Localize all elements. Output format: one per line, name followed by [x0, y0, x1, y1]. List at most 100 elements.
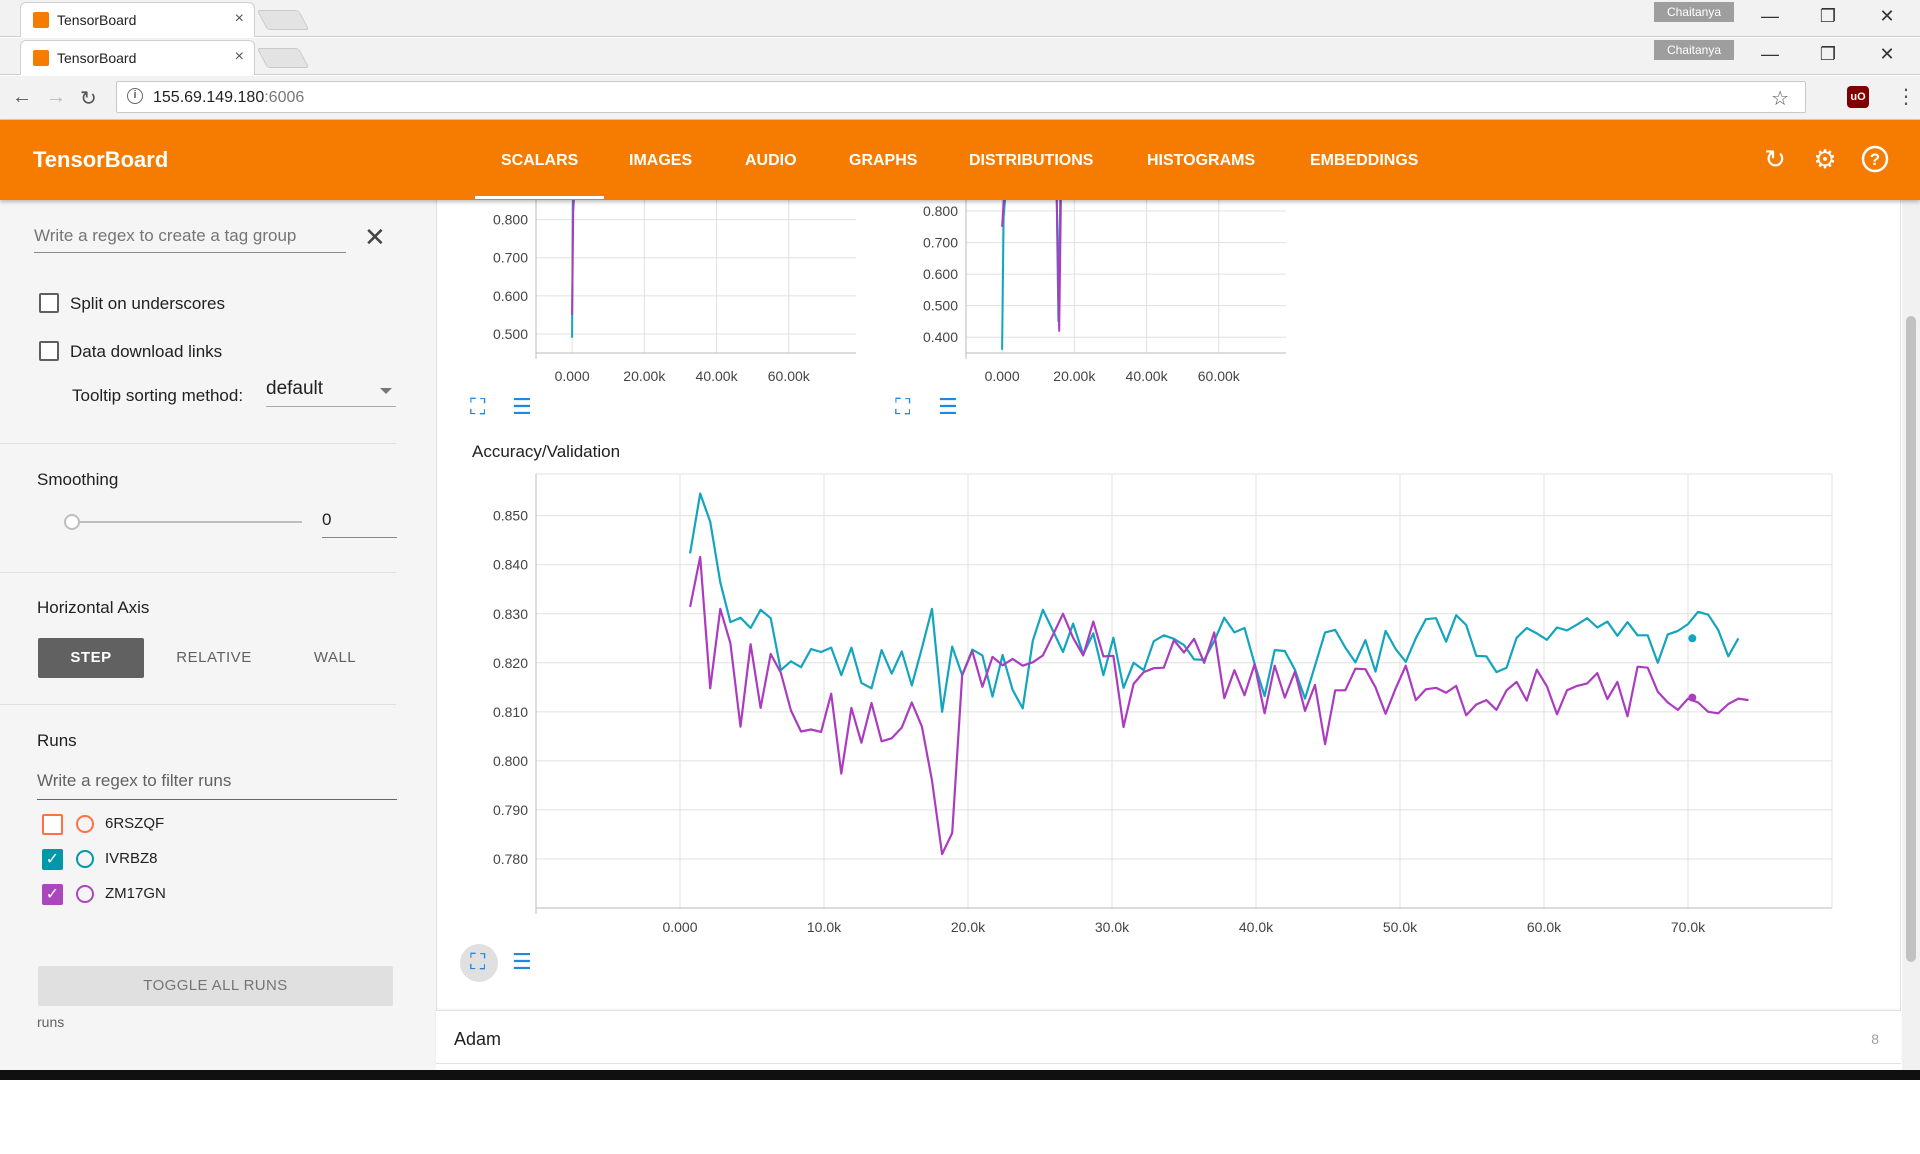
tab-images[interactable]: IMAGES	[629, 152, 692, 170]
tab-audio[interactable]: AUDIO	[745, 152, 797, 170]
runs-footer-label: runs	[37, 1014, 65, 1030]
profile-badge[interactable]: Chaitanya	[1654, 2, 1734, 22]
x-tick-label: 40.00k	[696, 368, 739, 384]
tooltip-sort-label: Tooltip sorting method:	[72, 386, 244, 405]
fullscreen-icon[interactable]: ⛶	[470, 394, 485, 420]
tab-scalars[interactable]: SCALARS	[474, 152, 605, 199]
chart-title: Accuracy/Validation	[472, 442, 621, 461]
toggle-log-scale-icon[interactable]: ☰	[512, 949, 532, 975]
url-text: 155.69.149.180:6006	[153, 89, 305, 106]
axis-relative-button[interactable]: RELATIVE	[164, 638, 264, 678]
refresh-icon[interactable]: ↻	[1760, 144, 1790, 174]
last-point-dot	[1688, 693, 1697, 702]
bookmark-star-icon[interactable]: ☆	[1771, 86, 1789, 111]
y-tick-label: 0.810	[493, 704, 528, 720]
smoothing-slider-knob[interactable]	[64, 514, 80, 530]
axis-step-button[interactable]: STEP	[38, 638, 144, 678]
help-icon[interactable]: ?	[1860, 144, 1890, 174]
svg-text:?: ?	[1870, 150, 1880, 169]
clear-regex-icon[interactable]: ✕	[364, 222, 386, 253]
tag-group-regex-input[interactable]: Write a regex to create a tag group	[34, 226, 346, 253]
new-tab-button[interactable]	[256, 48, 310, 68]
y-tick-label: 0.700	[923, 235, 958, 251]
fullscreen-icon[interactable]: ⛶	[470, 949, 485, 975]
url-field[interactable]: i 155.69.149.180:6006 ☆	[116, 81, 1806, 113]
y-tick-label: 0.600	[493, 288, 528, 304]
close-tab-icon[interactable]: ×	[235, 48, 244, 66]
close-window-icon[interactable]: ✕	[1877, 6, 1897, 27]
forward-arrow-icon[interactable]: →	[46, 86, 66, 109]
data-download-checkbox[interactable]	[39, 341, 59, 361]
tooltip-sort-select[interactable]: default	[266, 378, 396, 407]
series-line-0	[571, 200, 575, 338]
horizontal-axis-title: Horizontal Axis	[37, 598, 150, 617]
app-title: TensorBoard	[33, 147, 169, 172]
x-tick-label: 30.0k	[1095, 919, 1130, 935]
y-tick-label: 0.800	[493, 753, 528, 769]
smoothing-slider-track[interactable]	[72, 521, 302, 523]
divider	[0, 704, 396, 705]
x-tick-label: 70.0k	[1671, 919, 1706, 935]
scrollbar-thumb[interactable]	[1906, 316, 1916, 962]
browser-tab[interactable]: TensorBoard ×	[20, 40, 255, 75]
site-info-icon[interactable]: i	[127, 88, 143, 104]
tag-group-name: Adam	[454, 1029, 502, 1049]
y-tick-label: 0.830	[493, 606, 528, 622]
back-arrow-icon[interactable]: ←	[12, 86, 32, 109]
restore-icon[interactable]: ❐	[1818, 44, 1838, 65]
fullscreen-icon[interactable]: ⛶	[895, 394, 910, 420]
x-tick-label: 60.0k	[1527, 919, 1562, 935]
tab-histograms[interactable]: HISTOGRAMS	[1147, 152, 1255, 170]
minimize-icon[interactable]: —	[1760, 6, 1780, 27]
tensorboard-toolbar: TensorBoard SCALARS IMAGES AUDIO GRAPHS …	[0, 120, 1920, 200]
y-tick-label: 0.500	[923, 298, 958, 314]
divider	[0, 443, 396, 444]
browser-tab[interactable]: TensorBoard ×	[20, 2, 255, 37]
run-color-dot[interactable]	[76, 885, 94, 903]
settings-icon[interactable]: ⚙	[1810, 144, 1840, 174]
y-tick-label: 0.850	[493, 508, 528, 524]
x-tick-label: 20.00k	[623, 368, 666, 384]
y-tick-label: 0.800	[923, 203, 958, 219]
toggle-all-runs-button[interactable]: TOGGLE ALL RUNS	[38, 966, 393, 1006]
partial-chart-2[interactable]: 0.00020.00k40.00k60.00k0.9000.8000.7000.…	[866, 200, 1286, 390]
run-checkbox-6rszqf[interactable]	[42, 814, 63, 835]
tab-embeddings[interactable]: EMBEDDINGS	[1310, 152, 1418, 170]
tab-distributions[interactable]: DISTRIBUTIONS	[969, 152, 1093, 170]
browser-tab-title: TensorBoard	[57, 12, 137, 28]
axis-wall-button[interactable]: WALL	[290, 638, 380, 678]
sidebar: Write a regex to create a tag group ✕ Sp…	[0, 200, 436, 1070]
run-color-dot[interactable]	[76, 850, 94, 868]
close-window-icon[interactable]: ✕	[1877, 44, 1897, 65]
toggle-log-scale-icon[interactable]: ☰	[512, 394, 532, 420]
divider	[0, 572, 396, 573]
ublock-extension-icon[interactable]: uO	[1847, 86, 1869, 108]
reload-icon[interactable]: ↻	[80, 86, 97, 111]
smoothing-value-input[interactable]: 0	[322, 510, 397, 538]
partial-chart-1[interactable]: 0.00020.00k40.00k60.00k0.9000.8000.7000.…	[436, 200, 856, 390]
main-content: 0.00020.00k40.00k60.00k0.9000.8000.7000.…	[436, 200, 1920, 1070]
new-tab-button[interactable]	[256, 10, 310, 30]
tag-group-header[interactable]: Adam 8	[436, 1010, 1901, 1064]
y-tick-label: 0.820	[493, 655, 528, 671]
tab-graphs[interactable]: GRAPHS	[849, 152, 917, 170]
tag-group-count: 8	[1871, 1031, 1879, 1047]
browser-menu-icon[interactable]: ⋮	[1896, 84, 1916, 109]
runs-filter-input[interactable]: Write a regex to filter runs	[37, 771, 397, 800]
restore-icon[interactable]: ❐	[1818, 6, 1838, 27]
x-tick-label: 0.000	[985, 368, 1020, 384]
x-tick-label: 60.00k	[768, 368, 811, 384]
run-checkbox-ivrbz8[interactable]: ✓	[42, 849, 63, 870]
close-tab-icon[interactable]: ×	[235, 10, 244, 28]
run-name: IVRBZ8	[105, 850, 158, 867]
toggle-log-scale-icon[interactable]: ☰	[938, 394, 958, 420]
minimize-icon[interactable]: —	[1760, 44, 1780, 65]
y-tick-label: 0.780	[493, 851, 528, 867]
runs-title: Runs	[37, 731, 77, 750]
last-point-dot	[1688, 634, 1697, 643]
run-checkbox-zm17gn[interactable]: ✓	[42, 884, 63, 905]
os-taskbar	[0, 1070, 1920, 1080]
profile-badge[interactable]: Chaitanya	[1654, 40, 1734, 60]
run-color-dot[interactable]	[76, 815, 94, 833]
split-underscores-checkbox[interactable]	[39, 293, 59, 313]
